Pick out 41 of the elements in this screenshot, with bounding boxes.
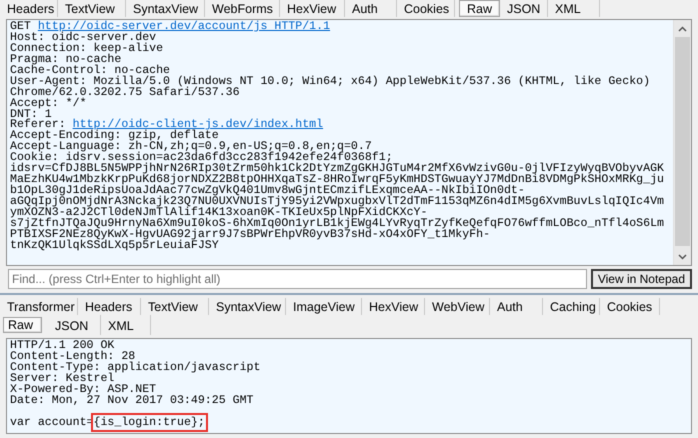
- text-line: Connection: keep-alive: [10, 42, 164, 55]
- text-line: PTBIXSF2NEz8QyKwX-HgvUAG92jarr9J7sBPWrEhpVR0yvB37sHd-xO4xOFY_t1MkyFh-: [10, 228, 490, 241]
- text-line: Accept: */*: [10, 96, 87, 110]
- tab[interactable]: HexView: [280, 0, 345, 17]
- text-line: Content-Type: application/javascript: [10, 360, 260, 374]
- tab[interactable]: Auth: [345, 0, 397, 17]
- text-line: Date: Mon, 27 Nov 2017 03:49:25 GMT: [10, 394, 254, 407]
- text-line: X-Powered-By: ASP.NET: [10, 382, 156, 396]
- text-line: Pragma: no-cache: [10, 52, 122, 66]
- tab[interactable]: Cookies: [397, 0, 455, 17]
- tab[interactable]: XML: [101, 315, 151, 335]
- text-line: GET: [10, 20, 31, 33]
- highlighted-text: {is_login:true};: [94, 416, 205, 429]
- text-line: Host: oidc-server.dev: [10, 30, 156, 44]
- tab[interactable]: Raw: [3, 317, 42, 333]
- tab[interactable]: Raw: [459, 0, 500, 17]
- tab[interactable]: Headers: [0, 0, 58, 17]
- view-in-notepad-button[interactable]: View in Notepad: [590, 269, 692, 289]
- text-line: User-Agent: Mozilla/5.0 (Windows NT 10.0; Win64; x64) AppleWebKit/537.36 (KHTML, like Gecko): [10, 74, 650, 88]
- tab[interactable]: TextView: [58, 0, 126, 17]
- text-line: Content-Length: 28: [10, 350, 136, 363]
- tab[interactable]: SyntaxView: [126, 0, 205, 17]
- text-line: var account=: [10, 416, 94, 429]
- scroll-up-icon[interactable]: [678, 26, 687, 32]
- text-line: Chrome/62.0.3202.75 Safari/537.36: [10, 86, 240, 99]
- text-line: Server: Kestrel: [10, 372, 114, 385]
- tab[interactable]: JSON: [48, 315, 101, 335]
- text-line: aGQqIpj0nOMjdNrA3Nckajk23Q7NU0UXVNUIsTjY95yi2VWpxugbxVlT2dTmF1153qMZ6n4dIM5g6XvmBuvLslqIQIc4Vm: [10, 195, 664, 208]
- tab[interactable]: WebForms: [205, 0, 280, 17]
- tab[interactable]: JSON: [500, 0, 548, 17]
- text-line: HTTP/1.1 200 OK: [10, 339, 114, 352]
- find-field[interactable]: Find... (press Ctrl+Enter to highlight all): [8, 269, 587, 289]
- tab[interactable]: XML: [548, 0, 600, 17]
- text-line: tnKzQK1UlqkSSdLXq5p5rLeuiaFJSY: [10, 238, 219, 252]
- text-line: Referer:: [10, 118, 66, 132]
- text-line: ymXOZN3-a2J2CTl0deNJmTlAlif14K13xoan0K-TKIeUx5plNpFXidCKXcY-: [10, 206, 428, 219]
- text-line: Cache-Control: no-cache: [10, 64, 170, 77]
- scrollbar[interactable]: [673, 20, 691, 265]
- text-line: s7jZtfnJTQaJQu9HrnyNa6Xm9uI0koS-6hXmIq0On1yrLB1kjEWg4LYvRyqTrZyfKeQefqFO76wffmLOBco_nTfl4oS6Lm: [10, 216, 664, 230]
- scroll-down-icon[interactable]: [678, 254, 687, 260]
- link[interactable]: http://oidc-server.dev/account/js HTTP/1.1: [38, 20, 330, 33]
